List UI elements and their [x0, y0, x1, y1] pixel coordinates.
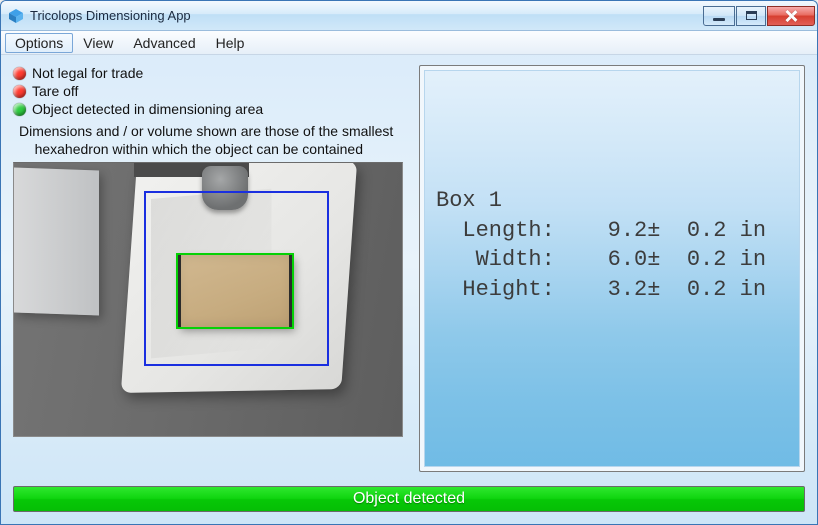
results-panel: Box 1 Length: 9.2± 0.2 in Width: 6.0± 0.… — [419, 65, 805, 472]
status-item: Not legal for trade — [13, 65, 405, 81]
app-icon — [8, 8, 24, 24]
status-text: Object detected in dimensioning area — [32, 101, 263, 117]
status-item: Tare off — [13, 83, 405, 99]
status-list: Not legal for trade Tare off Object dete… — [13, 65, 405, 119]
results-text: Box 1 Length: 9.2± 0.2 in Width: 6.0± 0.… — [436, 186, 798, 305]
titlebar[interactable]: Tricolops Dimensioning App — [1, 1, 817, 31]
menu-view[interactable]: View — [73, 33, 123, 53]
object-bounding-rect — [176, 253, 294, 329]
window-controls — [702, 6, 815, 26]
status-dot-icon — [13, 85, 26, 98]
left-pane: Not legal for trade Tare off Object dete… — [13, 65, 405, 472]
menubar: Options View Advanced Help — [1, 31, 817, 55]
status-dot-icon — [13, 67, 26, 80]
minimize-button[interactable] — [703, 6, 735, 26]
status-item: Object detected in dimensioning area — [13, 101, 405, 117]
menu-advanced[interactable]: Advanced — [123, 33, 205, 53]
status-bar-text: Object detected — [353, 490, 465, 508]
window-title: Tricolops Dimensioning App — [30, 8, 702, 23]
maximize-button[interactable] — [736, 6, 766, 26]
status-dot-icon — [13, 103, 26, 116]
menu-options[interactable]: Options — [5, 33, 73, 53]
camera-view — [13, 162, 403, 437]
status-text: Tare off — [32, 83, 78, 99]
content-area: Not legal for trade Tare off Object dete… — [1, 55, 817, 524]
app-window: Tricolops Dimensioning App Options View … — [0, 0, 818, 525]
hint-text: Dimensions and / or volume shown are tho… — [19, 123, 405, 158]
status-text: Not legal for trade — [32, 65, 143, 81]
status-bar: Object detected — [13, 486, 805, 512]
close-button[interactable] — [767, 6, 815, 26]
menu-help[interactable]: Help — [206, 33, 255, 53]
